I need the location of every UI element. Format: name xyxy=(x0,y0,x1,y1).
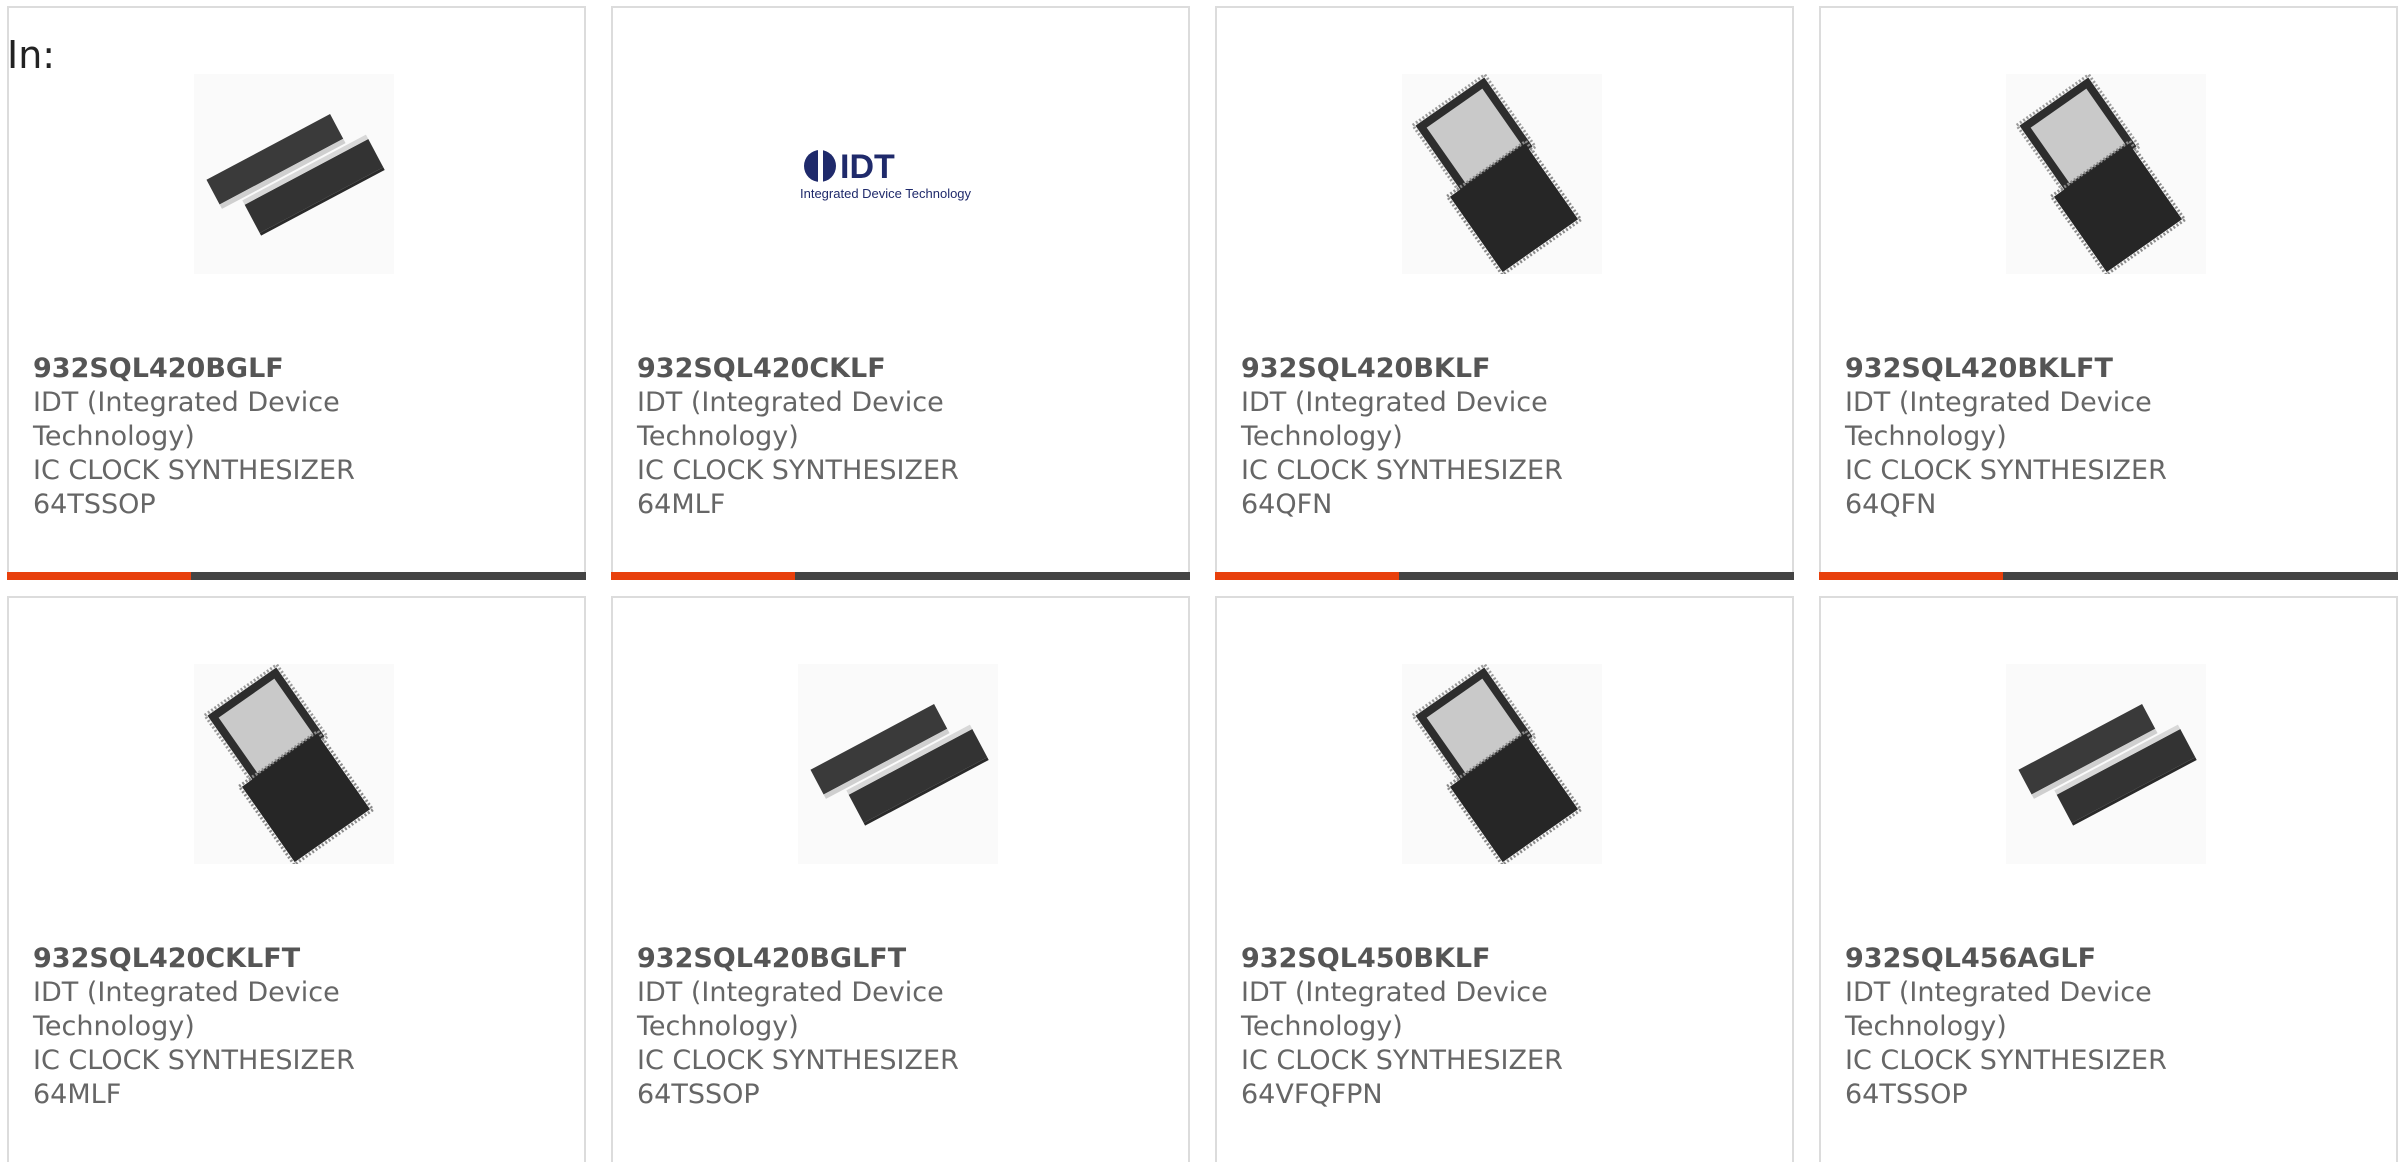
product-card[interactable]: 932SQL420BKLFT IDT (Integrated Device Te… xyxy=(1819,6,2398,580)
product-card[interactable]: 932SQL420BKLF IDT (Integrated Device Tec… xyxy=(1215,6,1794,580)
card-bar-accent xyxy=(7,572,191,580)
card-bar xyxy=(7,572,586,580)
card-bar xyxy=(611,572,1190,580)
part-number[interactable]: 932SQL420CKLFT xyxy=(33,942,393,976)
manufacturer: IDT (Integrated Device Technology) xyxy=(33,387,340,452)
manufacturer: IDT (Integrated Device Technology) xyxy=(637,977,944,1042)
tssop-package-icon[interactable] xyxy=(194,74,394,274)
description: IC CLOCK SYNTHESIZER 64MLF xyxy=(33,1045,355,1110)
card-bar-accent xyxy=(1215,572,1399,580)
qfn-package-icon[interactable] xyxy=(1402,664,1602,864)
part-number[interactable]: 932SQL420BKLF xyxy=(1241,352,1601,386)
tssop-package-icon[interactable] xyxy=(798,664,998,864)
product-card[interactable]: 932SQL450BKLF IDT (Integrated Device Tec… xyxy=(1215,596,1794,1162)
card-bar-accent xyxy=(1819,572,2003,580)
manufacturer: IDT (Integrated Device Technology) xyxy=(1241,387,1548,452)
part-number[interactable]: 932SQL420BGLFT xyxy=(637,942,997,976)
idt-logo-text: IDT xyxy=(840,148,895,186)
description: IC CLOCK SYNTHESIZER 64TSSOP xyxy=(33,455,355,520)
card-bar xyxy=(1819,572,2398,580)
qfn-package-icon[interactable] xyxy=(1402,74,1602,274)
product-card[interactable]: 932SQL420CKLFT IDT (Integrated Device Te… xyxy=(7,596,586,1162)
description: IC CLOCK SYNTHESIZER 64QFN xyxy=(1845,455,2167,520)
description: IC CLOCK SYNTHESIZER 64MLF xyxy=(637,455,959,520)
idt-logo[interactable]: IDT Integrated Device Technology xyxy=(798,74,998,274)
manufacturer: IDT (Integrated Device Technology) xyxy=(637,387,944,452)
part-number[interactable]: 932SQL456AGLF xyxy=(1845,942,2205,976)
description: IC CLOCK SYNTHESIZER 64TSSOP xyxy=(1845,1045,2167,1110)
product-grid-page: In: 932SQL420BGLF IDT (Integrated Device… xyxy=(0,0,2400,1162)
product-card[interactable]: IDT Integrated Device Technology 932SQL42… xyxy=(611,6,1190,580)
manufacturer: IDT (Integrated Device Technology) xyxy=(1241,977,1548,1042)
description: IC CLOCK SYNTHESIZER 64VFQFPN xyxy=(1241,1045,1563,1110)
product-card[interactable]: 932SQL456AGLF IDT (Integrated Device Tec… xyxy=(1819,596,2398,1162)
qfn-package-icon[interactable] xyxy=(2006,74,2206,274)
manufacturer: IDT (Integrated Device Technology) xyxy=(1845,977,2152,1042)
description: IC CLOCK SYNTHESIZER 64QFN xyxy=(1241,455,1563,520)
qfn-package-icon[interactable] xyxy=(194,664,394,864)
product-card[interactable]: 932SQL420BGLF IDT (Integrated Device Tec… xyxy=(7,6,586,580)
description: IC CLOCK SYNTHESIZER 64TSSOP xyxy=(637,1045,959,1110)
card-bar xyxy=(1215,572,1794,580)
part-number[interactable]: 932SQL420BGLF xyxy=(33,352,393,386)
part-number[interactable]: 932SQL420BKLFT xyxy=(1845,352,2205,386)
manufacturer: IDT (Integrated Device Technology) xyxy=(1845,387,2152,452)
card-bar-accent xyxy=(611,572,795,580)
part-number[interactable]: 932SQL450BKLF xyxy=(1241,942,1601,976)
manufacturer: IDT (Integrated Device Technology) xyxy=(33,977,340,1042)
tssop-package-icon[interactable] xyxy=(2006,664,2206,864)
in-label: In: xyxy=(7,33,56,77)
product-card[interactable]: 932SQL420BGLFT IDT (Integrated Device Te… xyxy=(611,596,1190,1162)
part-number[interactable]: 932SQL420CKLF xyxy=(637,352,997,386)
idt-logo-subtext: Integrated Device Technology xyxy=(800,186,972,201)
